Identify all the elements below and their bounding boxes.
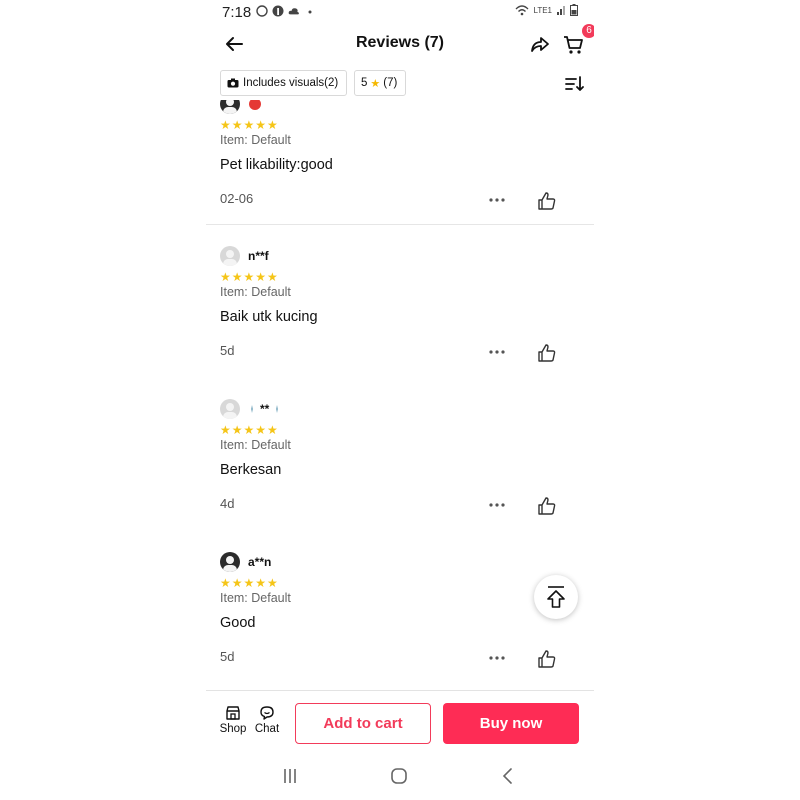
avatar — [220, 552, 240, 572]
phone-screen: 7:18 LTE1 Reviews (7) 6 Includes visuals… — [206, 0, 594, 800]
review-stars: ★★★★★ — [220, 118, 279, 132]
review-date: 02-06 — [220, 191, 254, 206]
review-item-variant: Item: Default — [220, 133, 291, 147]
review-item-variant: Item: Default — [220, 285, 291, 299]
recent-apps-icon[interactable] — [280, 766, 300, 786]
review-text: Good — [220, 615, 256, 631]
review-user: n**f — [220, 246, 269, 266]
shop-button[interactable]: Shop — [218, 705, 248, 735]
review-user — [220, 100, 270, 114]
status-bar: 7:18 LTE1 — [206, 0, 594, 24]
filter-includes-visuals-label: Includes visuals(2) — [243, 77, 339, 89]
scroll-top-icon — [547, 586, 565, 608]
more-icon[interactable] — [488, 656, 506, 660]
thumbs-up-icon[interactable] — [537, 496, 557, 516]
back-nav-icon[interactable] — [498, 766, 518, 786]
shop-icon — [226, 706, 240, 720]
avatar — [220, 246, 240, 266]
share-icon[interactable] — [528, 32, 552, 56]
review-stars: ★★★★★ — [220, 270, 279, 284]
avatar — [220, 100, 240, 114]
whatsapp-icon — [256, 5, 268, 17]
review-user: a**n — [220, 552, 271, 572]
filter-rating-value: 5 — [361, 77, 368, 89]
system-icons: LTE1 — [515, 4, 578, 16]
wifi-icon — [516, 5, 529, 16]
avatar — [220, 399, 240, 419]
add-to-cart-button[interactable]: Add to cart — [295, 703, 431, 744]
more-icon[interactable] — [488, 503, 506, 507]
review-text: Pet likability:good — [220, 157, 333, 173]
cart-icon[interactable] — [562, 33, 586, 57]
network-label: LTE1 — [533, 5, 552, 15]
system-nav-bar — [206, 752, 594, 800]
app-header: Reviews (7) 6 — [206, 24, 594, 64]
more-icon[interactable] — [488, 198, 506, 202]
filter-includes-visuals[interactable]: Includes visuals(2) — [220, 70, 347, 96]
signal-icon — [557, 6, 565, 15]
review-user: ** — [220, 399, 281, 419]
facebook-icon — [272, 5, 284, 17]
thumbs-up-icon[interactable] — [537, 191, 557, 211]
sparkle-icon — [276, 405, 279, 413]
review-date: 5d — [220, 343, 235, 358]
filter-rating-count: (7) — [383, 77, 398, 89]
cart-badge: 6 — [582, 24, 594, 38]
sparkle-icon — [251, 405, 253, 413]
scroll-top-button[interactable] — [534, 575, 578, 619]
notification-icons — [256, 5, 316, 17]
home-icon[interactable] — [389, 766, 409, 786]
star-icon: ★ — [370, 77, 381, 90]
review-text: Baik utk kucing — [220, 309, 318, 325]
bottom-action-bar: Shop Chat Add to cart Buy now — [206, 690, 594, 753]
review-username: a**n — [248, 555, 272, 569]
review-text: Berkesan — [220, 462, 282, 478]
filter-row: Includes visuals(2) 5 ★ (7) — [206, 70, 594, 100]
thumbs-up-icon[interactable] — [537, 343, 557, 363]
buy-now-button[interactable]: Buy now — [443, 703, 579, 744]
sort-icon[interactable] — [564, 74, 584, 94]
review-item-variant: Item: Default — [220, 591, 291, 605]
review-username: ** — [260, 402, 270, 416]
shop-label: Shop — [219, 723, 247, 735]
cloud-icon — [288, 8, 299, 15]
dot-icon — [308, 10, 312, 14]
chat-icon — [260, 706, 274, 720]
filter-rating-5[interactable]: 5 ★ (7) — [354, 70, 406, 96]
review-date: 5d — [220, 649, 235, 664]
review-username: n**f — [248, 249, 269, 263]
emoji-icon — [249, 100, 261, 110]
more-icon[interactable] — [488, 350, 506, 354]
camera-icon — [227, 78, 239, 88]
divider — [206, 224, 594, 225]
status-time: 7:18 — [222, 4, 252, 21]
thumbs-up-icon[interactable] — [537, 649, 557, 669]
review-date: 4d — [220, 496, 235, 511]
chat-label: Chat — [254, 723, 280, 735]
chat-button[interactable]: Chat — [252, 705, 282, 735]
review-stars: ★★★★★ — [220, 576, 279, 590]
battery-icon — [570, 4, 578, 16]
review-stars: ★★★★★ — [220, 423, 279, 437]
review-item-variant: Item: Default — [220, 438, 291, 452]
